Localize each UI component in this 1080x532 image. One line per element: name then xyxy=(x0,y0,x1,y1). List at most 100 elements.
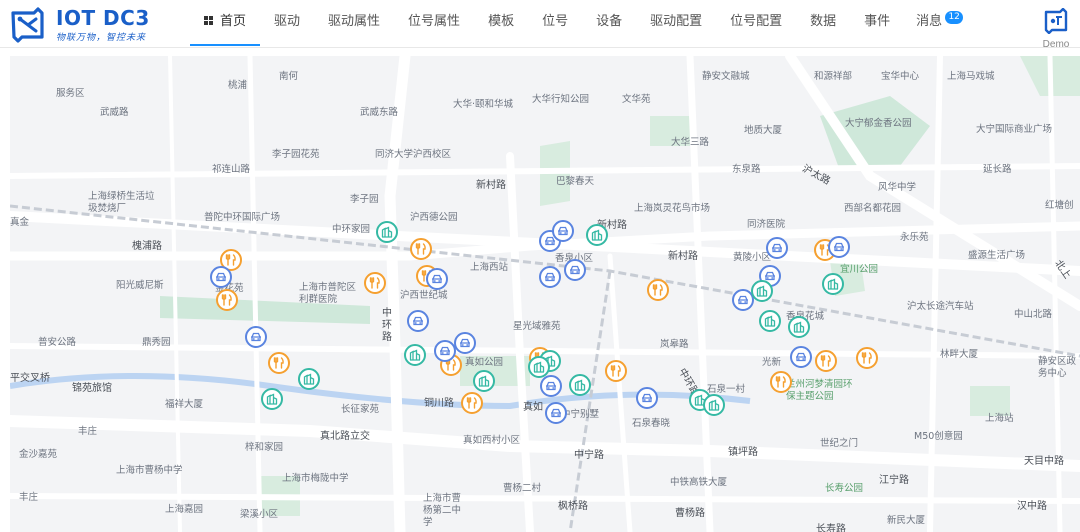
car-marker[interactable] xyxy=(545,402,567,424)
map-label: 上海嘉园 xyxy=(165,504,204,515)
map-label: 曹杨二村 xyxy=(503,483,542,494)
map-label: 延长路 xyxy=(983,164,1012,175)
nav-message[interactable]: 消息 12 xyxy=(904,0,964,46)
building-marker[interactable] xyxy=(261,388,283,410)
restaurant-marker[interactable] xyxy=(461,392,483,414)
nav-label: 消息 xyxy=(916,14,943,29)
nav-point[interactable]: 位号 xyxy=(528,0,582,46)
building-icon xyxy=(793,321,805,333)
nav-data[interactable]: 数据 xyxy=(796,0,850,46)
car-marker[interactable] xyxy=(434,340,456,362)
car-marker[interactable] xyxy=(766,237,788,259)
restaurant-marker[interactable] xyxy=(605,360,627,382)
building-marker[interactable] xyxy=(528,356,550,378)
restaurant-marker[interactable] xyxy=(216,289,238,311)
car-marker[interactable] xyxy=(245,326,267,348)
building-marker[interactable] xyxy=(822,273,844,295)
nav-label: 驱动属性 xyxy=(328,14,381,29)
map-label: 长征家苑 xyxy=(341,404,380,415)
map-label: 平交叉桥 xyxy=(10,373,50,384)
building-marker[interactable] xyxy=(569,374,591,396)
building-marker[interactable] xyxy=(473,370,495,392)
nav-label: 位号属性 xyxy=(408,14,461,29)
restaurant-marker[interactable] xyxy=(268,352,290,374)
restaurant-icon xyxy=(225,254,236,266)
car-marker[interactable] xyxy=(636,387,658,409)
car-icon xyxy=(440,346,450,356)
car-marker[interactable] xyxy=(454,332,476,354)
car-marker[interactable] xyxy=(426,268,448,290)
restaurant-marker[interactable] xyxy=(770,371,792,393)
map-label: 沪西德公园 xyxy=(410,212,458,223)
map-label: 大华·颐和华城 xyxy=(453,99,514,110)
restaurant-marker[interactable] xyxy=(410,238,432,260)
map-label: 新村路 xyxy=(668,251,698,262)
car-marker[interactable] xyxy=(407,310,429,332)
car-marker[interactable] xyxy=(210,266,232,288)
building-marker[interactable] xyxy=(759,310,781,332)
map-label: 丰庄 xyxy=(78,426,98,437)
map-label: 福祥大厦 xyxy=(165,399,204,410)
building-icon xyxy=(478,375,490,387)
restaurant-icon xyxy=(652,284,663,296)
map-label: 武威东路 xyxy=(360,107,399,118)
building-marker[interactable] xyxy=(788,316,810,338)
nav-driver[interactable]: 驱动 xyxy=(260,0,314,46)
app-logo[interactable]: IOT DC3 物联万物，智控未来 xyxy=(6,4,176,44)
map-label: 中环家园 xyxy=(332,224,371,235)
map-label: 宝华中心 xyxy=(881,71,920,82)
building-icon xyxy=(409,349,421,361)
nav-point-attribute[interactable]: 位号属性 xyxy=(394,0,474,46)
map-label: 真北路立交 xyxy=(320,431,370,442)
nav-event[interactable]: 事件 xyxy=(850,0,904,46)
building-marker[interactable] xyxy=(298,368,320,390)
car-icon xyxy=(251,332,261,342)
building-marker[interactable] xyxy=(376,221,398,243)
car-marker[interactable] xyxy=(539,266,561,288)
car-marker[interactable] xyxy=(564,259,586,281)
app-slogan: 物联万物，智控未来 xyxy=(56,33,147,43)
building-marker[interactable] xyxy=(703,394,725,416)
map-label: 阳光威尼斯 xyxy=(116,280,164,291)
map-label: 祁连山路 xyxy=(212,164,251,175)
restaurant-icon xyxy=(861,352,872,364)
nav-template[interactable]: 模板 xyxy=(474,0,528,46)
map-label: 槐浦路 xyxy=(132,241,162,252)
restaurant-icon xyxy=(610,365,621,377)
restaurant-marker[interactable] xyxy=(364,272,386,294)
map-view[interactable]: 服务区 武威路 桃浦 南何 武威东路 大华·颐和华城 大华行知公园 文华苑 静安… xyxy=(10,56,1080,532)
car-icon xyxy=(216,272,226,282)
building-marker[interactable] xyxy=(586,224,608,246)
nav-home[interactable]: 首页 xyxy=(190,0,261,46)
restaurant-marker[interactable] xyxy=(647,279,669,301)
map-label: 枫桥路 xyxy=(558,501,588,512)
map-label: 长寿路 xyxy=(816,524,846,532)
car-marker[interactable] xyxy=(540,375,562,397)
map-label: 新民大厦 xyxy=(887,515,926,526)
map-label: 中山北路 xyxy=(1014,309,1053,320)
restaurant-marker[interactable] xyxy=(815,350,837,372)
map-label: 静安文融城 xyxy=(702,71,750,82)
map-label: 宜川公园 xyxy=(840,264,879,275)
map-label: 曹杨路 xyxy=(675,508,705,519)
map-label: 上海西站 xyxy=(470,262,509,273)
car-icon xyxy=(546,381,556,391)
nav-device[interactable]: 设备 xyxy=(582,0,636,46)
restaurant-marker[interactable] xyxy=(856,347,878,369)
nav-point-config[interactable]: 位号配置 xyxy=(716,0,796,46)
nav-driver-config[interactable]: 驱动配置 xyxy=(636,0,716,46)
building-marker[interactable] xyxy=(751,280,773,302)
map-label green: 大宁郁金香公园 xyxy=(845,118,912,129)
car-marker[interactable] xyxy=(790,346,812,368)
user-menu[interactable]: Demo xyxy=(1038,7,1074,50)
restaurant-icon xyxy=(369,277,380,289)
nav-label: 位号 xyxy=(542,14,569,29)
map-label: 沪太长途汽车站 xyxy=(907,301,974,312)
nav-driver-attribute[interactable]: 驱动属性 xyxy=(314,0,394,46)
car-marker[interactable] xyxy=(828,236,850,258)
building-marker[interactable] xyxy=(404,344,426,366)
map-label: 铜川路 xyxy=(424,398,454,409)
car-marker[interactable] xyxy=(552,220,574,242)
map-label: 静安区政务中心 xyxy=(1038,356,1077,379)
car-icon xyxy=(570,265,580,275)
